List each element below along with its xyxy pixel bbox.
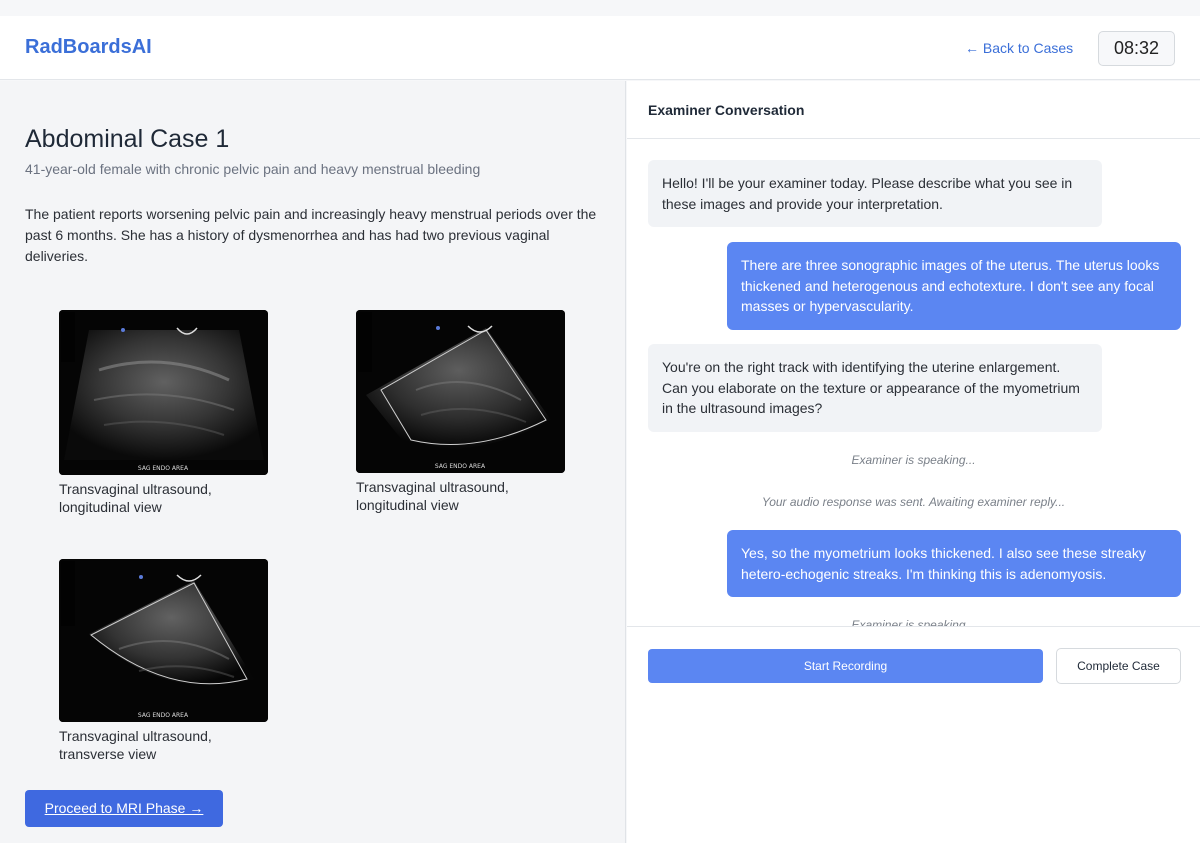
ultrasound-caption-3: Transvaginal ultrasound, transverse view xyxy=(59,727,271,763)
status-message: Your audio response was sent. Awaiting e… xyxy=(761,495,1066,509)
case-subtitle: 41-year-old female with chronic pelvic p… xyxy=(25,161,481,177)
caption-line: transverse view xyxy=(59,746,157,762)
case-timer: 08:32 xyxy=(1098,31,1175,66)
examiner-panel: Examiner Conversation Hello! I'll be you… xyxy=(627,81,1200,843)
ultrasound-card-3[interactable]: SAG ENDO AREA Transvaginal ultrasound, t… xyxy=(59,559,271,763)
status-message: Examiner is speaking... xyxy=(851,618,976,626)
case-title: Abdominal Case 1 xyxy=(25,125,230,153)
ultrasound-image-3[interactable]: SAG ENDO AREA xyxy=(59,559,268,722)
user-message: Yes, so the myometrium looks thickened. … xyxy=(727,530,1181,597)
examiner-message: Hello! I'll be your examiner today. Plea… xyxy=(648,160,1102,227)
ultrasound-card-1[interactable]: SAG ENDO AREA Transvaginal ultrasound, l… xyxy=(59,310,271,516)
examiner-message: You're on the right track with identifyi… xyxy=(648,344,1102,432)
ultrasound-caption-1: Transvaginal ultrasound, longitudinal vi… xyxy=(59,480,271,516)
conversation-controls: Start Recording Complete Case xyxy=(627,626,1200,843)
user-message: There are three sonographic images of th… xyxy=(727,242,1181,330)
status-message: Examiner is speaking... xyxy=(851,453,976,467)
ultrasound-overlay-label: SAG ENDO AREA xyxy=(138,465,189,472)
caption-line: Transvaginal ultrasound, xyxy=(59,481,212,497)
ultrasound-image-1[interactable]: SAG ENDO AREA xyxy=(59,310,268,475)
case-description: The patient reports worsening pelvic pai… xyxy=(25,206,597,264)
ultrasound-overlay-label: SAG ENDO AREA xyxy=(435,463,486,470)
caption-line: Transvaginal ultrasound, xyxy=(356,479,509,495)
top-strip xyxy=(0,0,1200,16)
ultrasound-overlay-label: SAG ENDO AREA xyxy=(138,712,189,719)
message-list[interactable]: Hello! I'll be your examiner today. Plea… xyxy=(627,140,1200,626)
caption-line: longitudinal view xyxy=(356,497,459,513)
conversation-header: Examiner Conversation xyxy=(627,81,1200,139)
app-logo[interactable]: RadBoardsAI xyxy=(25,36,152,59)
ultrasound-image-2[interactable]: SAG ENDO AREA xyxy=(356,310,565,473)
conversation-title: Examiner Conversation xyxy=(648,102,805,118)
case-panel: Abdominal Case 1 41-year-old female with… xyxy=(0,81,626,843)
proceed-to-mri-button[interactable]: Proceed to MRI Phase → xyxy=(25,790,223,827)
complete-case-button[interactable]: Complete Case xyxy=(1056,648,1181,684)
app-header: RadBoardsAI ← Back to Cases 08:32 xyxy=(0,16,1200,80)
back-to-cases-link[interactable]: ← Back to Cases xyxy=(965,40,1073,56)
ultrasound-caption-2: Transvaginal ultrasound, longitudinal vi… xyxy=(356,478,568,514)
caption-line: longitudinal view xyxy=(59,499,162,515)
caption-line: Transvaginal ultrasound, xyxy=(59,728,212,744)
start-recording-button[interactable]: Start Recording xyxy=(648,649,1043,683)
ultrasound-card-2[interactable]: SAG ENDO AREA Transvaginal ultrasound, l… xyxy=(356,310,568,514)
